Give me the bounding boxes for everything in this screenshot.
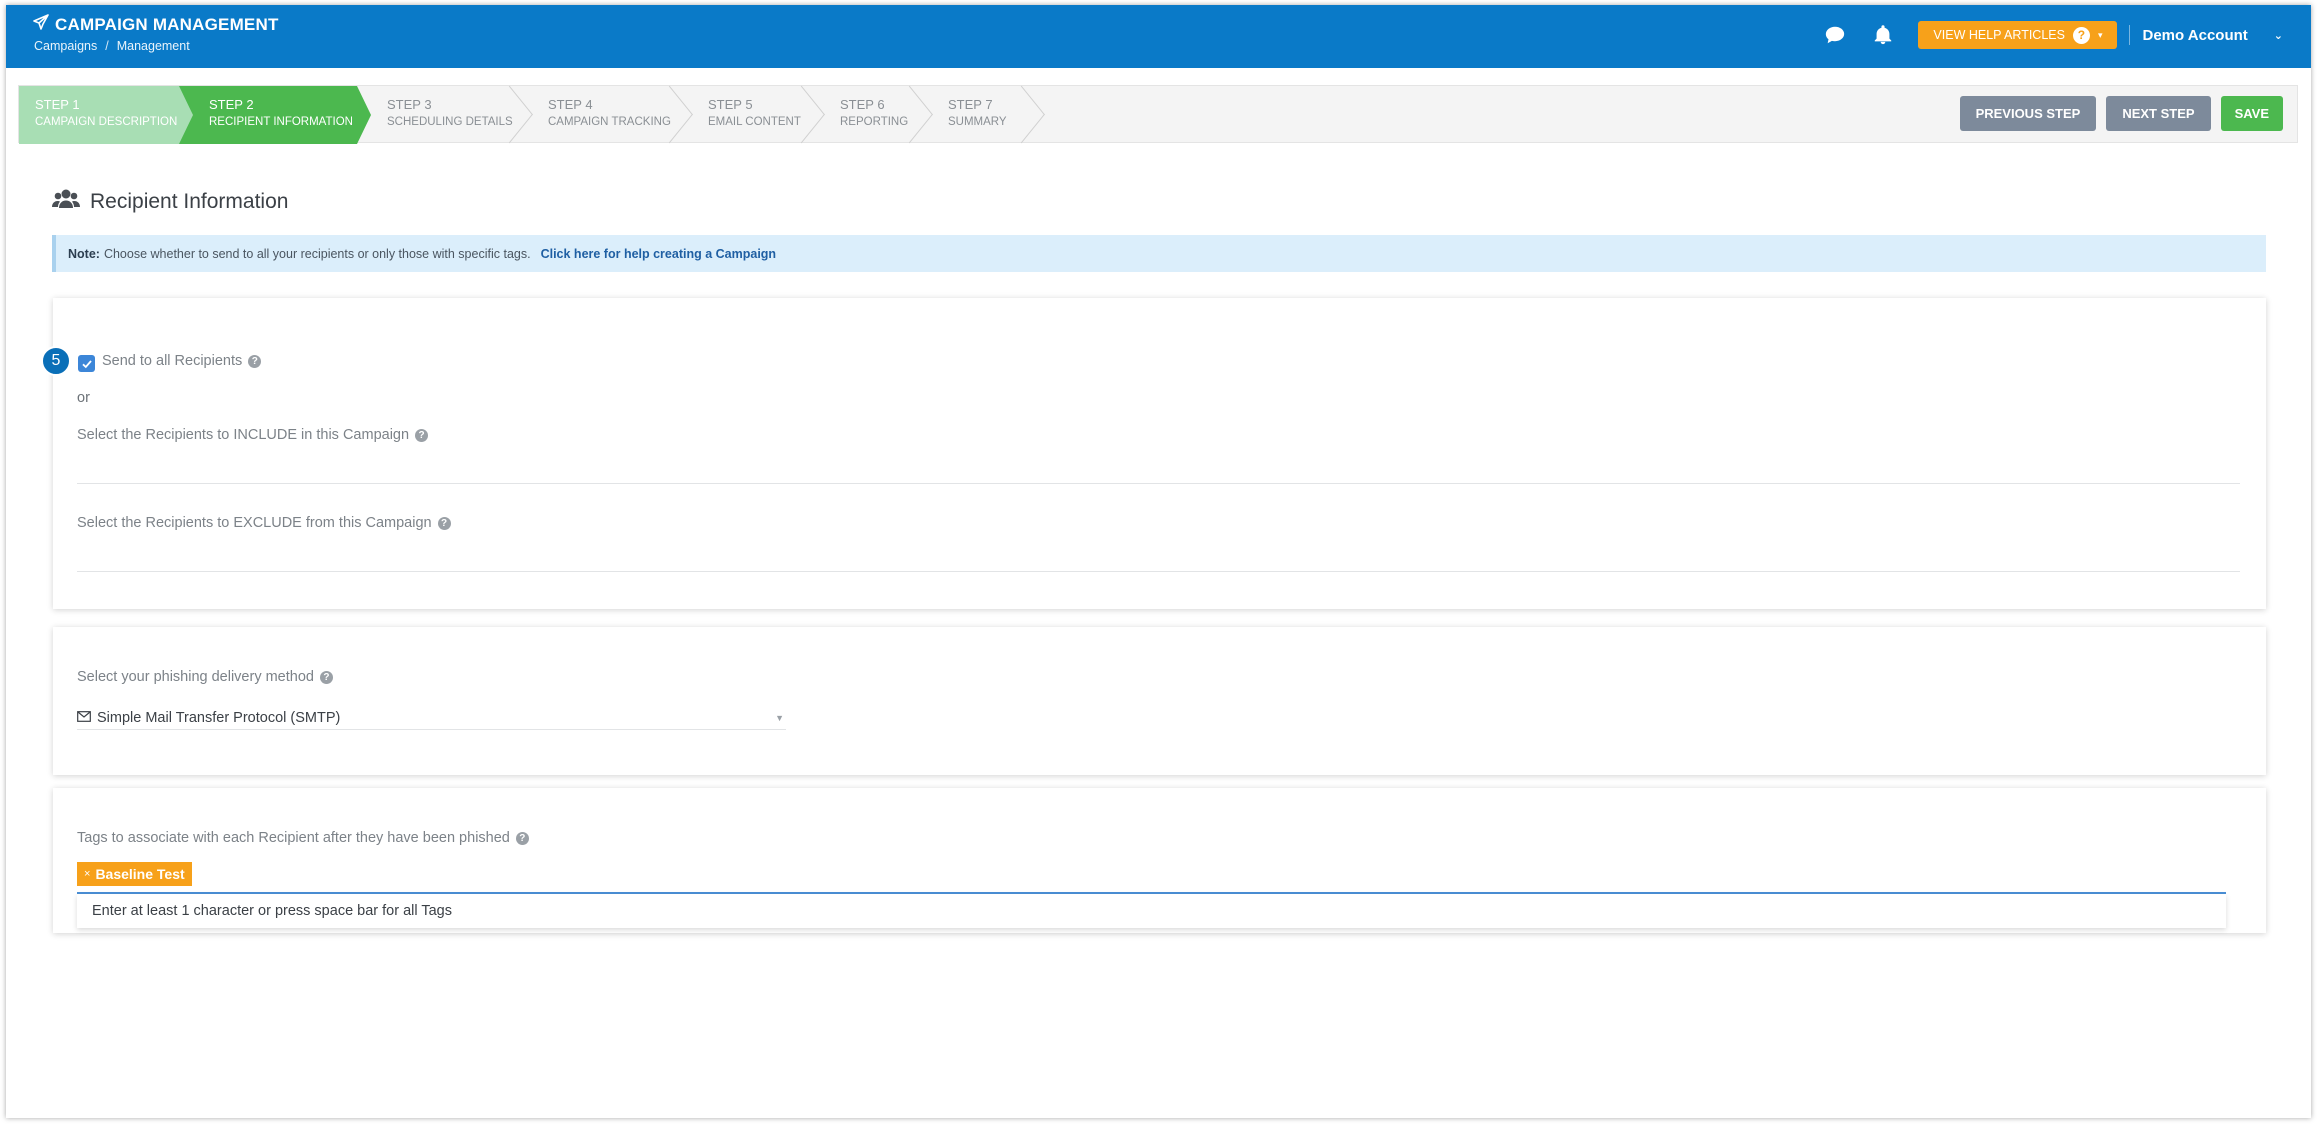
step-3[interactable]: STEP 3 SCHEDULING DETAILS: [357, 86, 518, 144]
tag-chip: × Baseline Test: [77, 862, 192, 886]
app-window: CAMPAIGN MANAGEMENT Campaigns / Manageme…: [6, 5, 2311, 1118]
breadcrumb-management: Management: [116, 39, 190, 53]
step-number: STEP 2: [209, 97, 254, 112]
or-text: or: [77, 390, 90, 406]
question-icon[interactable]: ?: [248, 354, 262, 368]
delivery-selected-value: Simple Mail Transfer Protocol (SMTP): [97, 709, 341, 726]
chat-icon[interactable]: [1822, 22, 1848, 48]
question-icon[interactable]: ?: [319, 670, 333, 684]
include-select[interactable]: [77, 483, 2240, 484]
tags-dropdown-hint: Enter at least 1 character or press spac…: [77, 894, 2226, 928]
step-label: SUMMARY: [948, 116, 1007, 128]
step-5[interactable]: STEP 5 EMAIL CONTENT: [678, 86, 810, 144]
step-arrow: [357, 86, 371, 144]
delivery-label: Select your phishing delivery method ?: [77, 669, 333, 685]
account-menu[interactable]: Demo Account ⌄: [2142, 27, 2283, 44]
step-4[interactable]: STEP 4 CAMPAIGN TRACKING: [518, 86, 678, 144]
step-number: STEP 1: [35, 97, 80, 112]
page-title-text: Recipient Information: [90, 190, 289, 213]
recipients-card: 5 Send to all Recipients ? or Select the…: [41, 298, 2266, 609]
breadcrumb-separator: /: [105, 39, 109, 53]
steps: STEP 1 CAMPAIGN DESCRIPTION STEP 2 RECIP…: [19, 86, 1030, 144]
delivery-method-select[interactable]: Simple Mail Transfer Protocol (SMTP) ▼: [77, 706, 786, 730]
chevron-down-icon: ⌄: [2273, 29, 2283, 42]
next-step-button[interactable]: NEXT STEP: [2106, 96, 2211, 131]
account-name: Demo Account: [2142, 26, 2248, 44]
question-icon[interactable]: ?: [415, 428, 429, 442]
step-label: REPORTING: [840, 116, 909, 128]
bell-icon[interactable]: [1870, 22, 1896, 48]
top-bar: CAMPAIGN MANAGEMENT Campaigns / Manageme…: [6, 5, 2311, 68]
divider: [2129, 25, 2131, 45]
step-number: STEP 4: [548, 97, 593, 112]
wizard-buttons: PREVIOUS STEP NEXT STEP SAVE: [1959, 96, 2283, 131]
delivery-label-text: Select your phishing delivery method: [77, 669, 314, 685]
exclude-label: Select the Recipients to EXCLUDE from th…: [77, 515, 451, 531]
chevron-down-icon: ▾: [2097, 29, 2103, 40]
question-icon[interactable]: ?: [515, 831, 529, 845]
send-all-text: Send to all Recipients: [102, 353, 243, 369]
note-prefix: Note:: [68, 246, 100, 261]
step-badge: 5: [41, 346, 71, 376]
tags-label-text: Tags to associate with each Recipient af…: [77, 830, 510, 846]
step-number: STEP 7: [948, 97, 993, 112]
tags-label: Tags to associate with each Recipient af…: [77, 830, 529, 846]
step-6[interactable]: STEP 6 REPORTING: [810, 86, 918, 144]
view-help-articles-button[interactable]: VIEW HELP ARTICLES ? ▾: [1918, 21, 2118, 49]
breadcrumb: Campaigns / Management: [34, 39, 190, 53]
page-title: Recipient Information: [52, 188, 288, 216]
include-label-text: Select the Recipients to INCLUDE in this…: [77, 427, 410, 443]
help-label: VIEW HELP ARTICLES: [1933, 28, 2065, 42]
tag-chip-label: Baseline Test: [95, 866, 185, 882]
app-title: CAMPAIGN MANAGEMENT: [33, 14, 279, 35]
send-all-label: Send to all Recipients ?: [102, 353, 262, 369]
include-label: Select the Recipients to INCLUDE in this…: [77, 427, 429, 443]
step-number: STEP 3: [387, 97, 432, 112]
step-7[interactable]: STEP 7 SUMMARY: [918, 86, 1030, 144]
previous-step-button[interactable]: PREVIOUS STEP: [1959, 96, 2097, 131]
save-button[interactable]: SAVE: [2220, 96, 2283, 131]
step-arrow: [179, 86, 193, 144]
step-2[interactable]: STEP 2 RECIPIENT INFORMATION: [179, 86, 371, 144]
step-label: EMAIL CONTENT: [708, 116, 801, 128]
question-icon[interactable]: ?: [437, 516, 451, 530]
send-all-checkbox[interactable]: [78, 355, 95, 372]
exclude-select[interactable]: [77, 571, 2240, 572]
help-link[interactable]: Click here for help creating a Campaign: [541, 247, 776, 261]
step-label: CAMPAIGN DESCRIPTION: [35, 116, 178, 128]
wizard-steps-bar: STEP 1 CAMPAIGN DESCRIPTION STEP 2 RECIP…: [18, 85, 2298, 144]
note-text: Choose whether to send to all your recip…: [103, 246, 531, 261]
users-icon: [52, 188, 80, 216]
caret-down-icon: ▼: [775, 713, 784, 723]
paper-plane-icon: [33, 14, 49, 35]
app-title-text: CAMPAIGN MANAGEMENT: [55, 14, 279, 34]
delivery-method-card: Select your phishing delivery method ? S…: [53, 627, 2266, 775]
step-number: STEP 6: [840, 97, 885, 112]
tags-card: Tags to associate with each Recipient af…: [53, 788, 2266, 933]
breadcrumb-campaigns[interactable]: Campaigns: [34, 39, 97, 53]
remove-tag-icon[interactable]: ×: [84, 868, 90, 880]
step-label: RECIPIENT INFORMATION: [209, 116, 353, 128]
step-label: SCHEDULING DETAILS: [387, 116, 513, 128]
top-actions: VIEW HELP ARTICLES ? ▾ Demo Account ⌄: [1822, 20, 2283, 50]
question-icon: ?: [2072, 26, 2090, 44]
exclude-label-text: Select the Recipients to EXCLUDE from th…: [77, 515, 432, 531]
step-number: STEP 5: [708, 97, 753, 112]
step-1[interactable]: STEP 1 CAMPAIGN DESCRIPTION: [19, 86, 193, 144]
envelope-icon: [77, 710, 91, 726]
step-label: CAMPAIGN TRACKING: [548, 116, 671, 128]
note-banner: Note: Choose whether to send to all your…: [52, 235, 2266, 272]
